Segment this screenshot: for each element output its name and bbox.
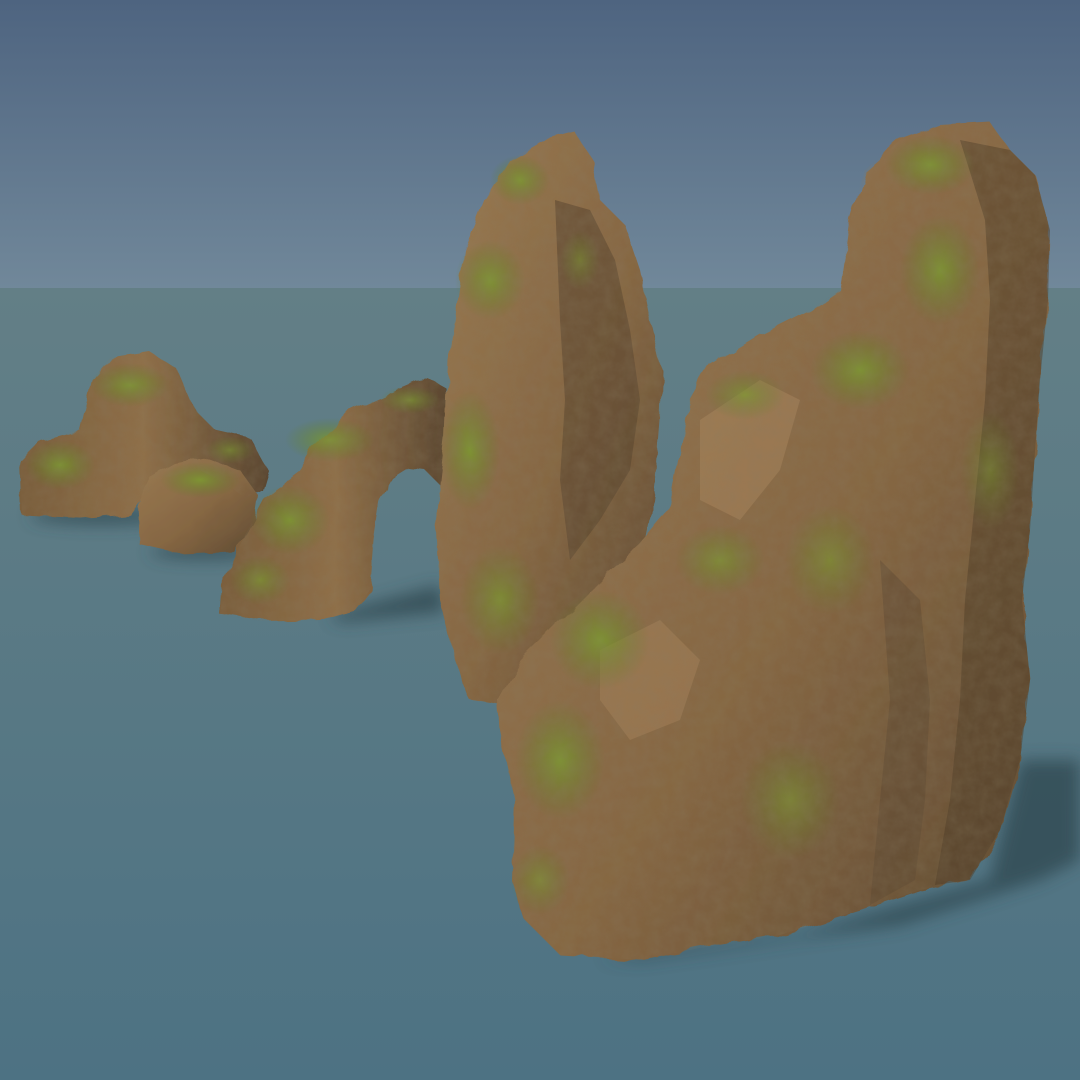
- render-viewport: [0, 0, 1080, 1080]
- rock-scene-illustration: [0, 0, 1080, 1080]
